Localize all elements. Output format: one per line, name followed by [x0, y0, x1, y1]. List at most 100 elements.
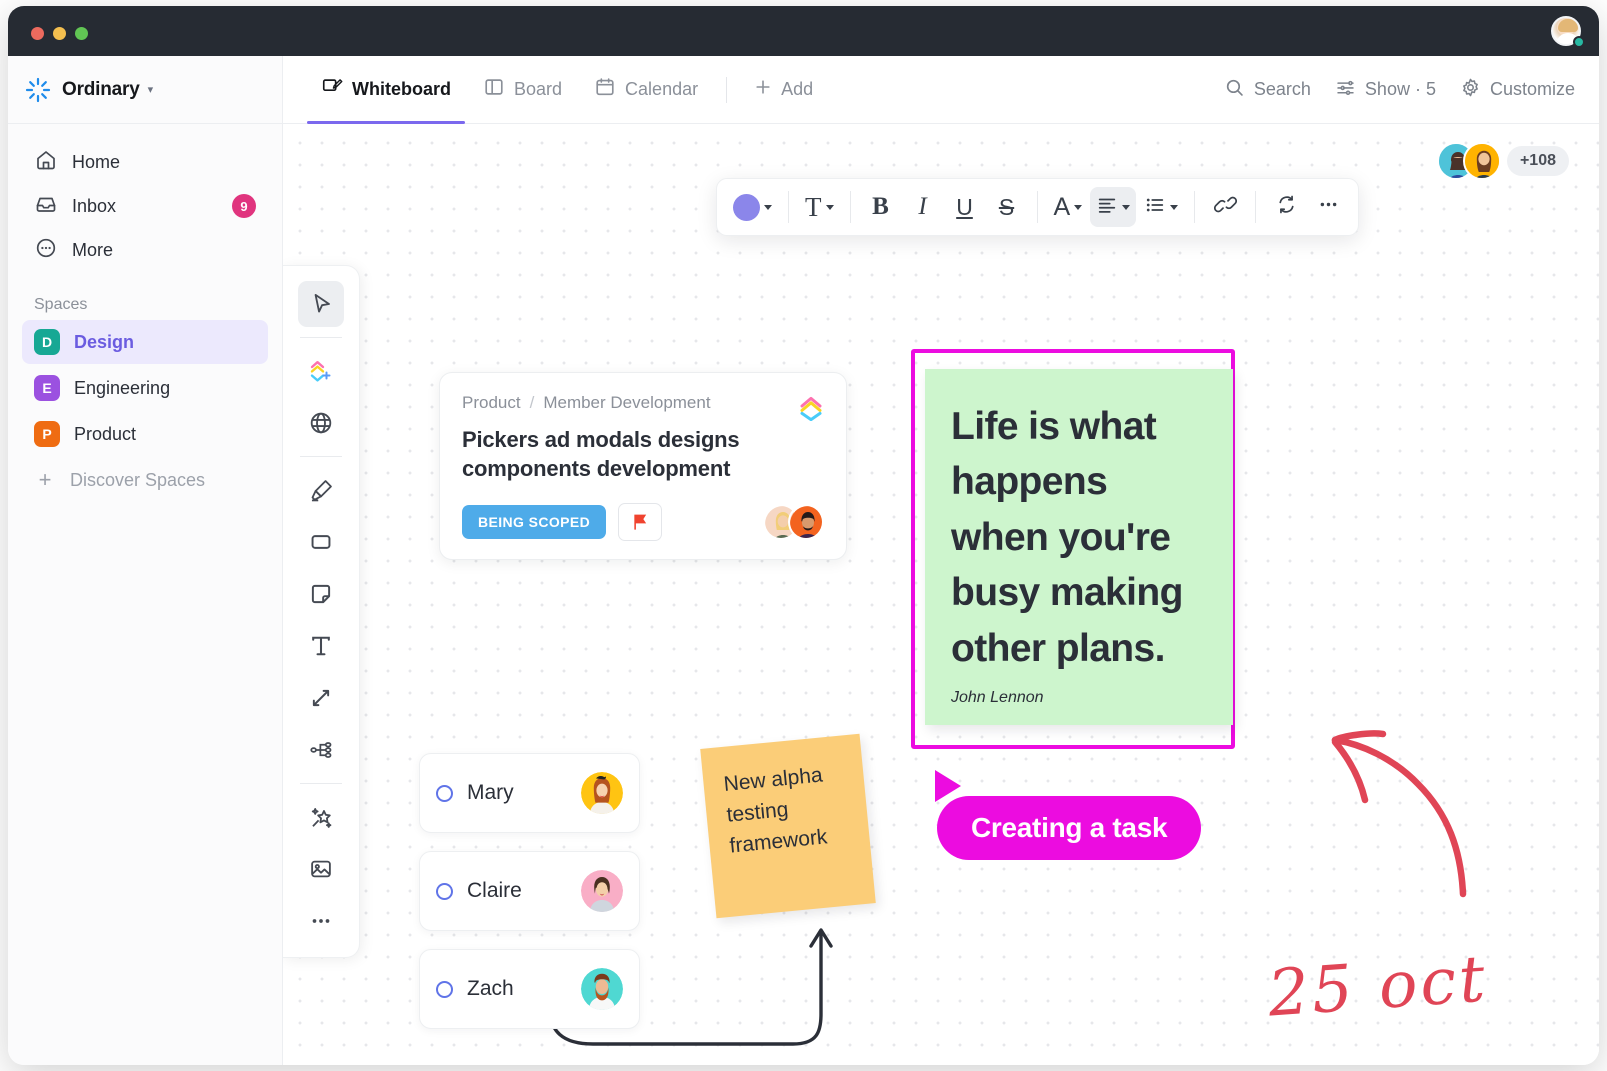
selection-box[interactable]: Life is what happens when you're busy ma…	[911, 349, 1235, 749]
chevron-down-icon: ▾	[148, 83, 154, 96]
toolbar-divider	[1194, 191, 1195, 223]
assignee-avatars[interactable]	[763, 504, 824, 540]
convert-button[interactable]	[1266, 187, 1306, 227]
board-icon	[483, 76, 505, 103]
priority-flag-button[interactable]	[618, 503, 662, 541]
view-tabs: Whiteboard Board	[283, 56, 825, 123]
toolbar-divider	[1255, 191, 1256, 223]
sidebar-item-label: More	[72, 240, 113, 261]
avatar[interactable]	[788, 504, 824, 540]
italic-icon: I	[918, 193, 926, 221]
task-card-footer: BEING SCOPED	[462, 503, 824, 541]
green-sticky-note[interactable]: Life is what happens when you're busy ma…	[925, 369, 1233, 725]
tab-whiteboard[interactable]: Whiteboard	[307, 56, 465, 123]
sidebar-item-home[interactable]: Home	[22, 140, 268, 184]
chevron-down-icon	[1122, 205, 1130, 210]
discover-spaces-button[interactable]: + Discover Spaces	[22, 458, 268, 502]
chevron-down-icon	[764, 205, 772, 210]
avatar[interactable]	[1463, 142, 1501, 180]
avatar[interactable]	[581, 968, 623, 1010]
more-tools-button[interactable]	[298, 898, 344, 944]
text-align-button[interactable]	[1090, 187, 1136, 227]
radio-icon[interactable]	[436, 785, 453, 802]
tab-label: Board	[514, 79, 562, 100]
globe-tool[interactable]	[298, 400, 344, 446]
customize-button[interactable]: Customize	[1460, 77, 1575, 103]
breadcrumb-space[interactable]: Product	[462, 393, 521, 413]
color-circle-icon	[733, 194, 760, 221]
sidebar-item-product[interactable]: P Product	[22, 412, 268, 456]
app-window: Ordinary ▾ Home	[8, 6, 1599, 1065]
date-ink-annotation: 25 oct	[1266, 942, 1491, 1031]
palette-divider	[300, 456, 342, 457]
collaborator-overflow-count[interactable]: +108	[1507, 146, 1569, 176]
search-button[interactable]: Search	[1224, 77, 1311, 103]
connector-tool[interactable]	[298, 675, 344, 721]
task-card[interactable]: Product / Member Development Pickers ad …	[439, 372, 847, 560]
radio-icon[interactable]	[436, 883, 453, 900]
space-label: Engineering	[74, 378, 170, 399]
list-item[interactable]: Zach	[419, 949, 640, 1029]
space-initial-chip: E	[34, 375, 60, 401]
link-button[interactable]	[1205, 187, 1245, 227]
sidebar-item-engineering[interactable]: E Engineering	[22, 366, 268, 410]
sliders-icon	[1335, 77, 1356, 103]
mindmap-tool[interactable]	[298, 727, 344, 773]
avatar[interactable]	[581, 870, 623, 912]
sidebar-item-design[interactable]: D Design	[22, 320, 268, 364]
window-zoom-button[interactable]	[75, 27, 88, 40]
sidebar-item-inbox[interactable]: Inbox 9	[22, 184, 268, 228]
inbox-icon	[34, 192, 58, 221]
workspace-switcher[interactable]: Ordinary ▾	[8, 56, 282, 124]
bold-button[interactable]: B	[861, 187, 901, 227]
ellipsis-icon	[1317, 193, 1340, 221]
whiteboard-canvas[interactable]: +108	[283, 124, 1599, 1065]
clickup-add-tool[interactable]	[298, 348, 344, 394]
italic-button[interactable]: I	[903, 187, 943, 227]
status-badge[interactable]: BEING SCOPED	[462, 505, 606, 539]
window-close-button[interactable]	[31, 27, 44, 40]
select-tool[interactable]	[298, 281, 344, 327]
show-button[interactable]: Show · 5	[1335, 77, 1436, 103]
font-size-button[interactable]: T	[799, 187, 840, 227]
text-color-button[interactable]: A	[1048, 187, 1089, 227]
space-initial-chip: P	[34, 421, 60, 447]
toolbar-divider	[1037, 191, 1038, 223]
color-picker-button[interactable]	[727, 187, 778, 227]
breadcrumb-list[interactable]: Member Development	[543, 393, 710, 413]
bold-icon: B	[872, 193, 889, 221]
image-tool[interactable]	[298, 846, 344, 892]
tab-calendar[interactable]: Calendar	[580, 56, 712, 123]
list-item[interactable]: Mary	[419, 753, 640, 833]
radio-icon[interactable]	[436, 981, 453, 998]
sidebar-item-more[interactable]: More	[22, 228, 268, 272]
sticky-note-text: New alpha testing framework	[722, 758, 850, 862]
palette-divider	[300, 337, 342, 338]
avatar[interactable]	[581, 772, 623, 814]
chevron-down-icon	[1170, 205, 1178, 210]
text-tool[interactable]	[298, 623, 344, 669]
align-left-icon	[1096, 194, 1118, 221]
more-format-options-button[interactable]	[1308, 187, 1348, 227]
space-label: Design	[74, 332, 134, 353]
font-color-icon: A	[1054, 193, 1071, 222]
underline-button[interactable]: U	[945, 187, 985, 227]
list-button[interactable]	[1138, 187, 1184, 227]
yellow-sticky-note[interactable]: New alpha testing framework	[700, 734, 876, 919]
magic-wand-tool[interactable]	[298, 794, 344, 840]
space-initial-chip: D	[34, 329, 60, 355]
list-item[interactable]: Claire	[419, 851, 640, 931]
workspace-name: Ordinary	[62, 79, 140, 101]
marker-pen-tool[interactable]	[298, 467, 344, 513]
spaces-section-header: Spaces	[34, 296, 282, 314]
tab-board[interactable]: Board	[469, 56, 576, 123]
add-view-button[interactable]: Add	[741, 77, 825, 102]
rectangle-tool[interactable]	[298, 519, 344, 565]
sticky-note-tool[interactable]	[298, 571, 344, 617]
strikethrough-button[interactable]: S	[987, 187, 1027, 227]
discover-spaces-label: Discover Spaces	[70, 470, 205, 491]
window-minimize-button[interactable]	[53, 27, 66, 40]
window-titlebar	[8, 6, 1599, 56]
text-t-icon: T	[805, 192, 822, 223]
toolbar-divider	[850, 191, 851, 223]
